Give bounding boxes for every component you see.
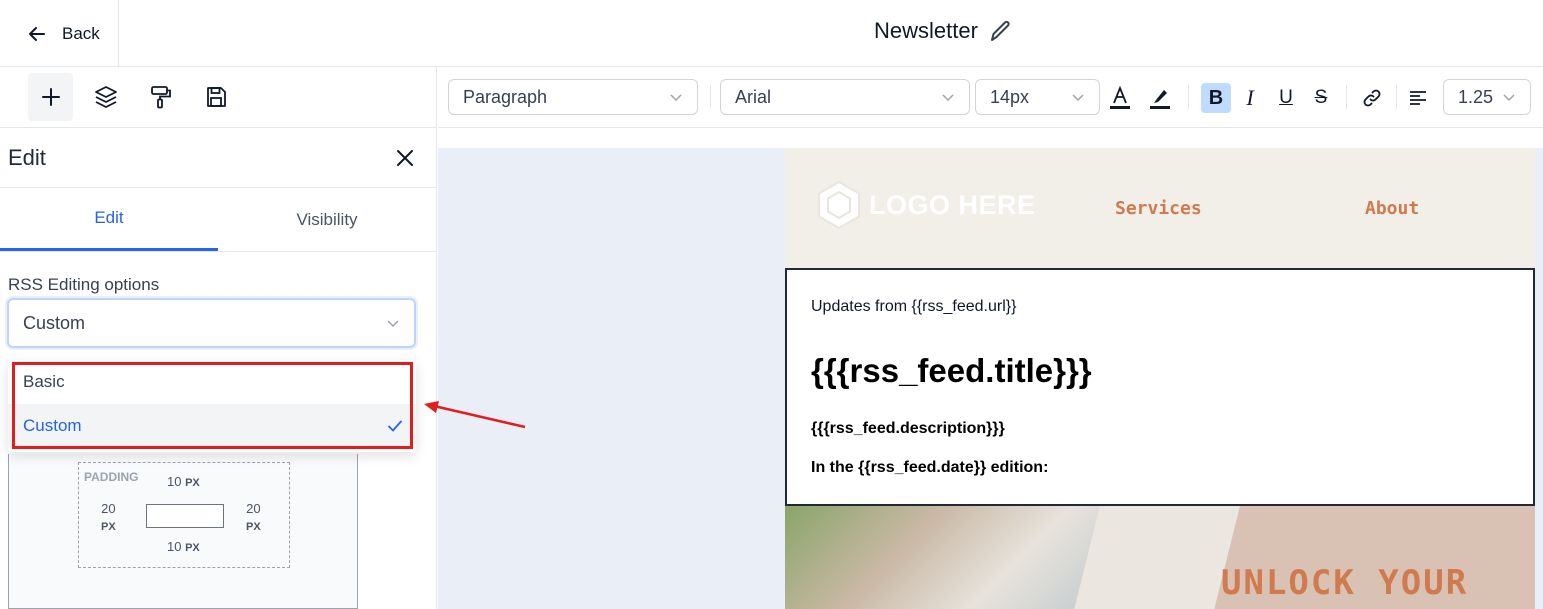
italic-icon: I xyxy=(1246,85,1254,110)
link-icon xyxy=(1363,89,1381,107)
padding-right[interactable]: 20 PX xyxy=(246,500,261,536)
rss-options-dropdown: Basic Custom xyxy=(8,360,416,452)
rss-updates-line: Updates from {{rss_feed.url}} xyxy=(811,298,1017,315)
option-basic[interactable]: Basic xyxy=(8,360,416,404)
padding-label: PADDING xyxy=(84,470,139,484)
underline-button[interactable]: U xyxy=(1271,83,1301,113)
checkmark-icon xyxy=(388,420,402,432)
align-left-icon xyxy=(1410,91,1426,105)
padding-editor: PADDING 10 PX 20 PX 20 PX 10 PX xyxy=(78,462,290,568)
text-color-icon xyxy=(1110,85,1130,109)
logo-hexagon-icon xyxy=(818,180,860,230)
email-preview: LOGO HERE Services About Updates from {{… xyxy=(785,148,1535,609)
rss-description: {{{rss_feed.description}}} xyxy=(811,420,1005,437)
link-button[interactable] xyxy=(1357,83,1387,113)
bold-button[interactable]: B xyxy=(1201,83,1231,113)
edit-tabs: Edit Visibility xyxy=(0,188,436,252)
layers-button[interactable] xyxy=(83,73,128,121)
edit-header: Edit xyxy=(0,128,436,188)
email-header: LOGO HERE Services About xyxy=(785,148,1535,268)
paint-roller-icon xyxy=(150,86,171,109)
arrow-left-icon xyxy=(29,26,45,41)
style-button[interactable] xyxy=(138,73,183,121)
rss-block[interactable]: Updates from {{rss_feed.url}} {{{rss_fee… xyxy=(785,268,1535,506)
chevron-down-icon xyxy=(670,94,682,102)
padding-top[interactable]: 10 PX xyxy=(167,474,200,489)
rss-options-select[interactable]: Custom xyxy=(7,298,416,348)
format-toolbar: Paragraph Arial 14px B I U S 1.25 xyxy=(438,67,1543,128)
text-color-button[interactable] xyxy=(1105,83,1135,113)
highlighter-icon xyxy=(1150,90,1170,109)
close-icon[interactable] xyxy=(396,149,414,167)
bold-icon: B xyxy=(1208,86,1224,109)
nav-link-about[interactable]: About xyxy=(1365,198,1419,219)
hero-section: UNLOCK YOUR xyxy=(785,506,1535,609)
rss-options-label: RSS Editing options xyxy=(8,275,160,294)
logo-text: LOGO HERE xyxy=(869,189,1036,220)
block-type-value: Paragraph xyxy=(463,86,548,107)
hero-headline: UNLOCK YOUR xyxy=(1221,563,1469,603)
font-size-select[interactable]: 14px xyxy=(975,79,1100,115)
rss-edition-line: In the {{rss_feed.date}} edition: xyxy=(811,459,1049,476)
edit-title: Edit xyxy=(8,144,46,170)
left-panel: Edit Edit Visibility RSS Editing options… xyxy=(0,67,437,609)
page-title: Newsletter xyxy=(874,18,978,43)
tab-edit[interactable]: Edit xyxy=(0,188,218,251)
line-height-value: 1.25 xyxy=(1458,86,1494,107)
toolbar-divider xyxy=(1188,85,1189,109)
chevron-down-icon xyxy=(942,94,954,102)
chevron-down-icon xyxy=(387,320,399,328)
padding-preview-box xyxy=(146,504,224,528)
left-toolbar xyxy=(0,67,436,128)
padding-left[interactable]: 20 PX xyxy=(101,500,116,536)
strikethrough-icon: S xyxy=(1314,87,1328,108)
top-bar: Back Newsletter xyxy=(0,0,1543,67)
option-label: Custom xyxy=(23,416,82,435)
logo[interactable]: LOGO HERE xyxy=(813,179,1036,231)
back-button[interactable]: Back xyxy=(0,0,119,67)
option-custom[interactable]: Custom xyxy=(8,404,416,448)
padding-bottom[interactable]: 10 PX xyxy=(167,539,200,554)
option-label: Basic xyxy=(23,372,65,391)
chevron-down-icon xyxy=(1503,94,1515,102)
back-label: Back xyxy=(62,23,100,43)
highlight-color-button[interactable] xyxy=(1145,83,1175,113)
layers-icon xyxy=(94,86,117,108)
nav-link-services[interactable]: Services xyxy=(1115,198,1202,219)
align-button[interactable] xyxy=(1403,83,1433,113)
padding-card: PADDING 10 PX 20 PX 20 PX 10 PX xyxy=(8,454,358,609)
tab-visibility[interactable]: Visibility xyxy=(218,188,436,251)
font-family-select[interactable]: Arial xyxy=(720,79,970,115)
toolbar-divider xyxy=(1346,85,1347,109)
plus-icon xyxy=(41,88,60,106)
font-size-value: 14px xyxy=(990,86,1030,107)
chevron-down-icon xyxy=(1072,94,1084,102)
rss-title: {{{rss_feed.title}}} xyxy=(811,352,1092,389)
italic-button[interactable]: I xyxy=(1235,83,1265,113)
strikethrough-button[interactable]: S xyxy=(1306,83,1336,113)
rss-select-value: Custom xyxy=(23,312,86,333)
line-height-select[interactable]: 1.25 xyxy=(1443,79,1531,115)
pencil-icon[interactable] xyxy=(988,18,1014,44)
save-icon xyxy=(206,87,226,107)
toolbar-divider xyxy=(710,85,711,109)
save-button[interactable] xyxy=(193,73,238,121)
block-type-select[interactable]: Paragraph xyxy=(448,79,698,115)
font-family-value: Arial xyxy=(735,86,772,107)
document-title[interactable]: Newsletter xyxy=(874,18,1014,44)
toolbar-divider xyxy=(1396,85,1397,109)
underline-icon: U xyxy=(1279,87,1293,108)
add-block-button[interactable] xyxy=(28,73,73,121)
